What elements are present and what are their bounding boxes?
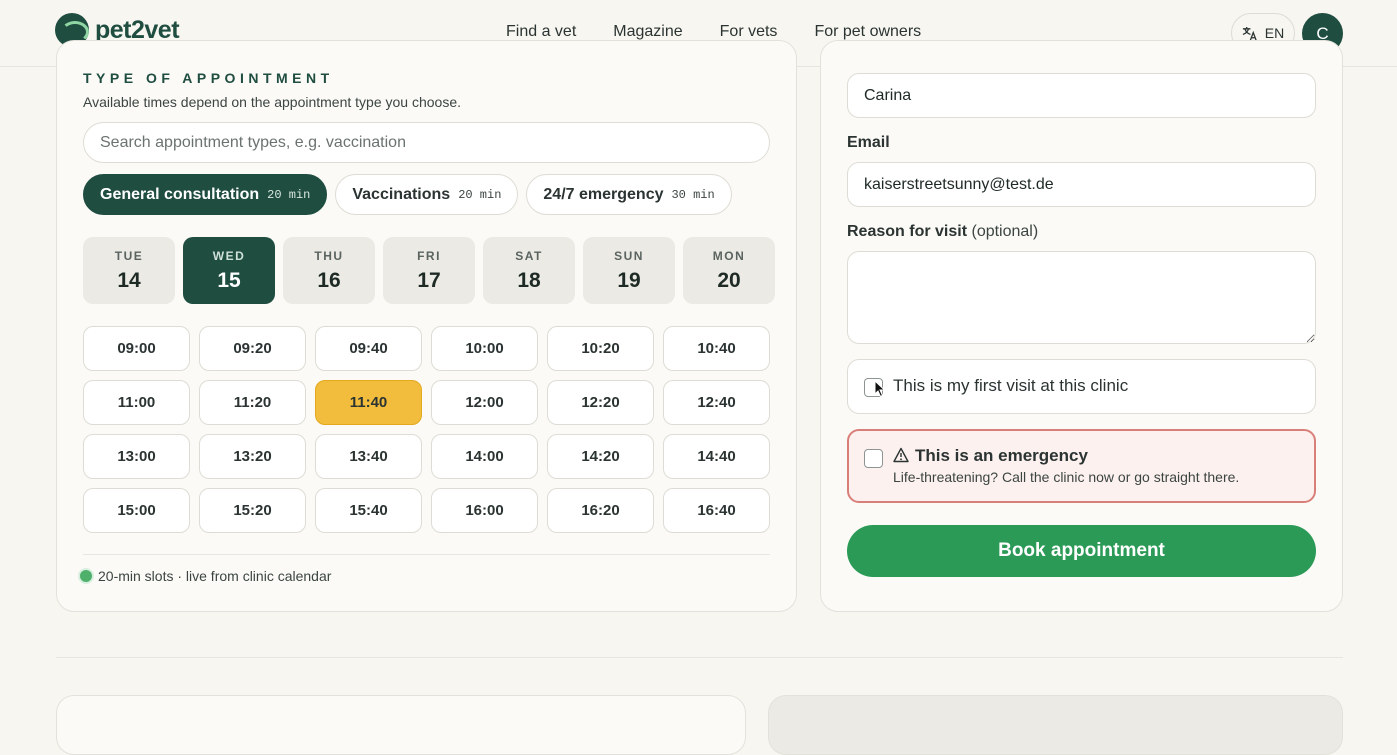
section-divider [56, 657, 1343, 658]
time-slot[interactable]: 12:20 [547, 380, 654, 425]
appointment-type-heading: TYPE OF APPOINTMENT [83, 70, 334, 86]
chip-duration: 30 min [671, 187, 715, 202]
day-weekday: MON [712, 248, 746, 263]
time-slot[interactable]: 15:20 [199, 488, 306, 533]
time-slot[interactable]: 09:00 [83, 326, 190, 371]
nav-link-magazine[interactable]: Magazine [613, 23, 682, 41]
time-slot[interactable]: 12:00 [431, 380, 538, 425]
time-slot[interactable]: 09:20 [199, 326, 306, 371]
reason-textarea[interactable] [847, 251, 1316, 344]
time-slot[interactable]: 11:00 [83, 380, 190, 425]
time-slot[interactable]: 09:40 [315, 326, 422, 371]
day-weekday: SUN [614, 248, 644, 263]
nav-link-find-a-vet[interactable]: Find a vet [506, 23, 576, 41]
time-slot[interactable]: 10:00 [431, 326, 538, 371]
day-number: 18 [517, 268, 541, 292]
time-slot[interactable]: 16:40 [663, 488, 770, 533]
day-thu-16[interactable]: THU 16 [283, 237, 375, 304]
time-slot[interactable]: 16:00 [431, 488, 538, 533]
time-slot[interactable]: 16:20 [547, 488, 654, 533]
nav-link-for-pet-owners[interactable]: For pet owners [814, 23, 921, 41]
time-slot[interactable]: 11:20 [199, 380, 306, 425]
day-mon-20[interactable]: MON 20 [683, 237, 775, 304]
day-weekday: TUE [114, 248, 144, 263]
day-number: 14 [117, 268, 141, 292]
time-slot[interactable]: 13:20 [199, 434, 306, 479]
mouse-cursor-icon [874, 380, 886, 398]
live-dot-icon [80, 570, 92, 582]
main-nav: Find a vet Magazine For vets For pet own… [506, 23, 921, 41]
chip-duration: 20 min [267, 187, 311, 202]
emergency-checkbox[interactable] [864, 449, 883, 468]
language-label: EN [1264, 25, 1285, 41]
live-calendar-note: 20-min slots · live from clinic calendar [80, 568, 331, 584]
chip-label: General consultation [100, 185, 260, 203]
day-weekday: THU [314, 248, 344, 263]
time-slot[interactable]: 14:40 [663, 434, 770, 479]
time-slot-grid: 09:00 09:20 09:40 10:00 10:20 10:40 11:0… [83, 326, 771, 533]
day-sat-18[interactable]: SAT 18 [483, 237, 575, 304]
bottom-card [768, 695, 1343, 755]
translate-icon [1242, 26, 1257, 40]
email-field[interactable] [847, 162, 1316, 207]
chip-label: 24/7 emergency [543, 185, 664, 203]
time-slot[interactable]: 12:40 [663, 380, 770, 425]
emergency-title: This is an emergency [915, 446, 1088, 465]
day-weekday: SAT [515, 248, 543, 263]
time-slot[interactable]: 10:40 [663, 326, 770, 371]
emergency-option[interactable] [847, 429, 1316, 503]
day-number: 16 [317, 268, 341, 292]
time-slot[interactable]: 13:00 [83, 434, 190, 479]
day-weekday: FRI [417, 248, 441, 263]
first-visit-label: This is my first visit at this clinic [893, 376, 1129, 395]
time-slot[interactable]: 15:40 [315, 488, 422, 533]
time-slot[interactable]: 13:40 [315, 434, 422, 479]
time-slot[interactable]: 14:00 [431, 434, 538, 479]
bottom-card [56, 695, 746, 755]
time-slot[interactable]: 15:00 [83, 488, 190, 533]
book-appointment-button[interactable]: Book appointment [847, 525, 1316, 577]
day-picker: TUE 14 WED 15 THU 16 FRI 17 SAT 18 SUN 19 MON 2… [83, 237, 775, 304]
appointment-type-chips: General consultation 20 min Vaccinations… [83, 174, 732, 215]
chip-duration: 20 min [458, 187, 502, 202]
day-number: 15 [217, 268, 241, 292]
day-sun-19[interactable]: SUN 19 [583, 237, 675, 304]
divider [83, 554, 770, 555]
time-slot-selected[interactable]: 11:40 [315, 380, 422, 425]
chip-emergency[interactable]: 24/7 emergency 30 min [526, 174, 732, 215]
day-number: 20 [717, 268, 741, 292]
chip-vaccinations[interactable]: Vaccinations 20 min [335, 174, 519, 215]
warning-icon [893, 447, 909, 463]
reason-label: Reason for visit (optional) [847, 223, 1038, 241]
day-number: 17 [417, 268, 441, 292]
day-weekday: WED [212, 248, 246, 263]
time-slot[interactable]: 10:20 [547, 326, 654, 371]
chip-label: Vaccinations [352, 185, 451, 203]
reason-optional-hint: (optional) [971, 223, 1039, 240]
day-tue-14[interactable]: TUE 14 [83, 237, 175, 304]
name-field[interactable] [847, 73, 1316, 118]
appointment-type-subtitle: Available times depend on the appointmen… [83, 94, 461, 110]
day-wed-15[interactable]: WED 15 [183, 237, 275, 304]
nav-link-for-vets[interactable]: For vets [720, 23, 778, 41]
chip-general-consultation[interactable]: General consultation 20 min [83, 174, 328, 215]
day-number: 19 [617, 268, 641, 292]
appointment-type-search-input[interactable] [83, 122, 770, 163]
emergency-subtitle: Life-threatening? Call the clinic now or… [893, 469, 1240, 485]
time-slot[interactable]: 14:20 [547, 434, 654, 479]
reason-label-text: Reason for visit [847, 223, 968, 240]
day-fri-17[interactable]: FRI 17 [383, 237, 475, 304]
email-label: Email [847, 134, 890, 151]
live-calendar-text: 20-min slots · live from clinic calendar [98, 568, 332, 584]
